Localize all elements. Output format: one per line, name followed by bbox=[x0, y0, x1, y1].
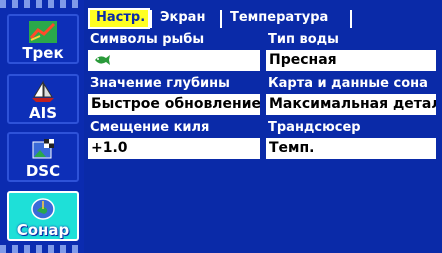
sidebar-top-scroll-indicator bbox=[0, 0, 84, 8]
sidebar-item-ais[interactable]: AIS bbox=[7, 74, 79, 124]
sidebar-item-label: Сонар bbox=[16, 221, 70, 239]
fish-symbols-label: Символы рыбы bbox=[90, 32, 205, 47]
sidebar-item-dsc[interactable]: DSC bbox=[7, 132, 79, 182]
sidebar: Трек AIS DSC Сонар bbox=[0, 0, 84, 253]
tab-divider bbox=[220, 10, 222, 28]
sailboat-icon bbox=[32, 80, 54, 102]
tab-setup[interactable]: Настр. bbox=[88, 8, 150, 29]
transducer-label: Трандсюсер bbox=[268, 120, 361, 135]
keel-offset-field[interactable]: +1.0 bbox=[88, 138, 260, 159]
sidebar-item-label: Трек bbox=[22, 44, 64, 62]
keel-offset-label: Смещение киля bbox=[90, 120, 210, 135]
map-sonar-data-field[interactable]: Максимальная детал bbox=[266, 94, 436, 115]
fish-icon bbox=[95, 55, 110, 65]
tab-temperature[interactable]: Температура bbox=[224, 8, 348, 29]
map-sonar-data-label: Карта и данные сона bbox=[268, 76, 428, 91]
fish-symbols-field[interactable] bbox=[88, 50, 260, 71]
sidebar-item-label: AIS bbox=[29, 104, 57, 122]
sonar-setup-screen: Трек AIS DSC Сонар Настр. Экран Температ… bbox=[0, 0, 442, 253]
sidebar-bottom-scroll-indicator bbox=[0, 245, 84, 253]
settings-panel: Настр. Экран Температура Символы рыбы Ти… bbox=[84, 8, 442, 253]
sidebar-item-track[interactable]: Трек bbox=[7, 14, 79, 64]
sidebar-item-sonar[interactable]: Сонар bbox=[7, 191, 79, 241]
dsc-icon bbox=[32, 139, 54, 159]
tab-screen[interactable]: Экран bbox=[154, 8, 220, 29]
sidebar-item-label: DSC bbox=[25, 162, 61, 180]
sonar-icon bbox=[31, 198, 55, 220]
transducer-field[interactable]: Темп. bbox=[266, 138, 436, 159]
water-type-label: Тип воды bbox=[268, 32, 339, 47]
water-type-field[interactable]: Пресная bbox=[266, 50, 436, 71]
tab-divider bbox=[350, 10, 352, 28]
depth-value-field[interactable]: Быстрое обновление bbox=[88, 94, 260, 115]
tab-divider bbox=[150, 10, 152, 28]
track-icon bbox=[29, 21, 57, 43]
depth-value-label: Значение глубины bbox=[90, 76, 230, 91]
